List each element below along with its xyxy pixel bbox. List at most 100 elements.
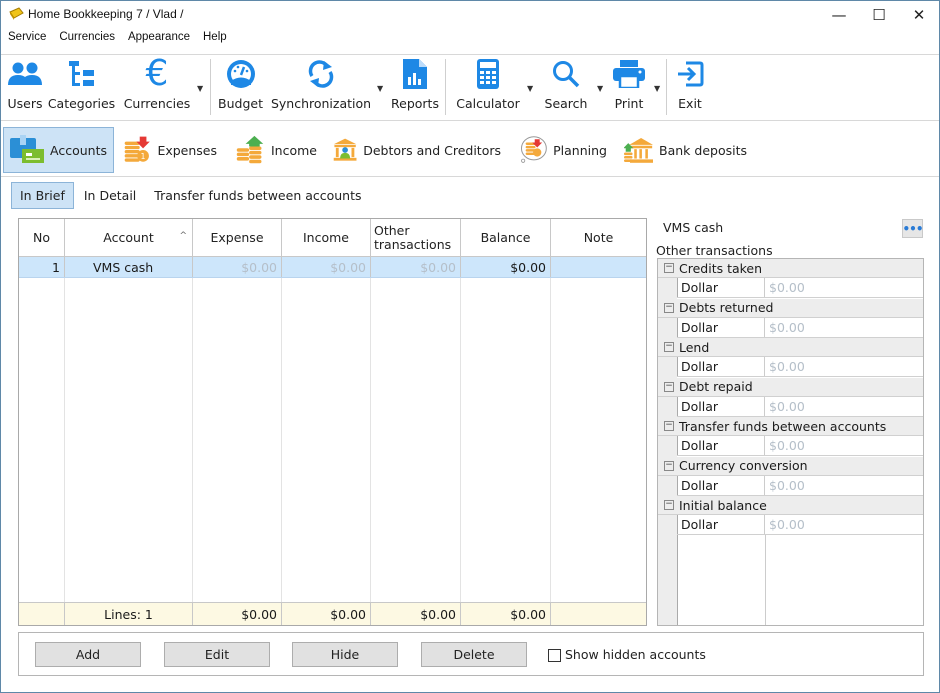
hide-button[interactable]: Hide [292, 642, 398, 667]
property-row[interactable]: Dollar $0.00 [677, 317, 923, 338]
property-row[interactable]: Dollar $0.00 [677, 515, 923, 535]
property-group-name: Transfer funds between accounts [679, 418, 887, 434]
print-dropdown-arrow[interactable]: ▼ [654, 84, 660, 93]
section-tab-accounts[interactable]: Accounts [3, 127, 114, 173]
close-button[interactable]: ✕ [899, 3, 939, 27]
col-header-account[interactable]: Account ^ [65, 219, 193, 256]
property-group[interactable]: − Debt repaid [658, 377, 923, 397]
property-row[interactable]: Dollar $0.00 [677, 475, 923, 496]
property-group[interactable]: − Transfer funds between accounts [658, 417, 923, 436]
menu-service[interactable]: Service [8, 29, 46, 49]
collapse-icon[interactable]: − [664, 302, 674, 313]
synchronization-button[interactable]: Synchronization [271, 56, 371, 116]
tab-transfer-funds[interactable]: Transfer funds between accounts [146, 182, 369, 209]
minimize-button[interactable]: — [819, 3, 859, 27]
property-row[interactable]: Dollar $0.00 [677, 436, 923, 456]
collapse-icon[interactable]: − [664, 421, 674, 431]
delete-button[interactable]: Delete [421, 642, 527, 667]
collapse-icon[interactable]: − [664, 342, 674, 352]
col-header-income[interactable]: Income [282, 219, 371, 256]
categories-icon [68, 61, 94, 86]
search-button[interactable]: Search [544, 56, 588, 116]
bank-person-icon [333, 138, 357, 161]
details-section-label: Other transactions [656, 243, 773, 258]
property-group[interactable]: − Debts returned [658, 298, 923, 318]
printer-icon [613, 60, 645, 88]
tab-in-detail[interactable]: In Detail [76, 182, 144, 209]
euro-icon: € [145, 53, 169, 94]
maximize-button[interactable]: ☐ [859, 3, 899, 27]
view-tabs: In Brief In Detail Transfer funds betwee… [11, 182, 372, 210]
planning-label: Planning [553, 142, 607, 158]
toolbar-separator [210, 59, 211, 115]
section-tab-expenses[interactable]: 1 Expenses [117, 127, 223, 173]
property-group[interactable]: − Initial balance [658, 496, 923, 515]
collapse-icon[interactable]: − [664, 460, 674, 471]
menu-appearance[interactable]: Appearance [128, 29, 190, 49]
menu-currencies[interactable]: Currencies [59, 29, 115, 49]
property-row[interactable]: Dollar $0.00 [677, 278, 923, 298]
section-tab-income[interactable]: Income [229, 127, 323, 173]
property-value: $0.00 [769, 438, 805, 453]
property-group[interactable]: − Lend [658, 338, 923, 357]
more-options-button[interactable]: ••• [902, 219, 924, 238]
search-dropdown-arrow[interactable]: ▼ [597, 84, 603, 93]
property-group-name: Credits taken [679, 260, 763, 276]
section-tab-planning[interactable]: Planning [513, 127, 613, 173]
grid-line [550, 278, 551, 603]
currencies-button[interactable]: € Currencies [124, 53, 191, 116]
property-group[interactable]: − Currency conversion [658, 456, 923, 476]
divider [1, 120, 939, 121]
property-group[interactable]: − Credits taken [658, 259, 923, 278]
exit-button[interactable]: Exit [675, 56, 705, 116]
collapse-icon[interactable]: − [664, 381, 674, 392]
categories-label: Categories [47, 96, 116, 111]
calculator-icon [477, 59, 499, 89]
sync-icon [308, 60, 334, 88]
cell-expense: $0.00 [193, 257, 282, 277]
reports-label: Reports [391, 96, 439, 111]
col-header-no[interactable]: No [19, 219, 65, 256]
property-currency: Dollar [677, 436, 765, 455]
window-title: Home Bookkeeping 7 / Vlad / [28, 7, 184, 21]
property-group-name: Currency conversion [679, 458, 808, 473]
edit-button[interactable]: Edit [164, 642, 270, 667]
exit-icon [678, 61, 704, 87]
details-account-name: VMS cash [663, 220, 724, 235]
expenses-icon: 1 [124, 136, 150, 162]
categories-button[interactable]: Categories [47, 56, 116, 116]
col-header-note[interactable]: Note [551, 219, 646, 256]
tab-in-brief[interactable]: In Brief [11, 182, 74, 209]
col-header-balance[interactable]: Balance [461, 219, 551, 256]
calculator-button[interactable]: Calculator [456, 56, 520, 116]
print-button[interactable]: Print [612, 56, 646, 116]
grid-line [64, 278, 65, 603]
section-tab-bank-deposits[interactable]: Bank deposits [618, 127, 753, 173]
menu-bar: Service Currencies Appearance Help [1, 29, 939, 49]
col-header-expense[interactable]: Expense [193, 219, 282, 256]
collapse-icon[interactable]: − [664, 500, 674, 510]
table-row[interactable]: 1 VMS cash $0.00 $0.00 $0.00 $0.00 [19, 257, 646, 278]
users-button[interactable]: Users [6, 56, 44, 116]
currencies-dropdown-arrow[interactable]: ▼ [197, 84, 203, 93]
sync-dropdown-arrow[interactable]: ▼ [377, 84, 383, 93]
add-button[interactable]: Add [35, 642, 141, 667]
grid-line [281, 278, 282, 603]
budget-button[interactable]: Budget [218, 56, 263, 116]
show-hidden-accounts-label[interactable]: Show hidden accounts [565, 647, 706, 662]
property-value: $0.00 [769, 517, 805, 532]
table-footer: Lines: 1 $0.00 $0.00 $0.00 $0.00 [19, 602, 646, 625]
show-hidden-accounts-checkbox[interactable] [548, 649, 561, 662]
calculator-dropdown-arrow[interactable]: ▼ [527, 84, 533, 93]
debtors-creditors-label: Debtors and Creditors [363, 142, 501, 158]
menu-help[interactable]: Help [203, 29, 227, 49]
footer-balance-total: $0.00 [461, 603, 551, 625]
section-tab-debtors-creditors[interactable]: Debtors and Creditors [327, 127, 507, 173]
property-row[interactable]: Dollar $0.00 [677, 357, 923, 377]
reports-button[interactable]: Reports [391, 56, 439, 116]
accounts-table: No Account ^ Expense Income Other transa… [18, 218, 647, 626]
search-label: Search [544, 96, 588, 111]
collapse-icon[interactable]: − [664, 263, 674, 273]
col-header-other-transactions[interactable]: Other transactions [371, 219, 461, 256]
property-row[interactable]: Dollar $0.00 [677, 396, 923, 417]
